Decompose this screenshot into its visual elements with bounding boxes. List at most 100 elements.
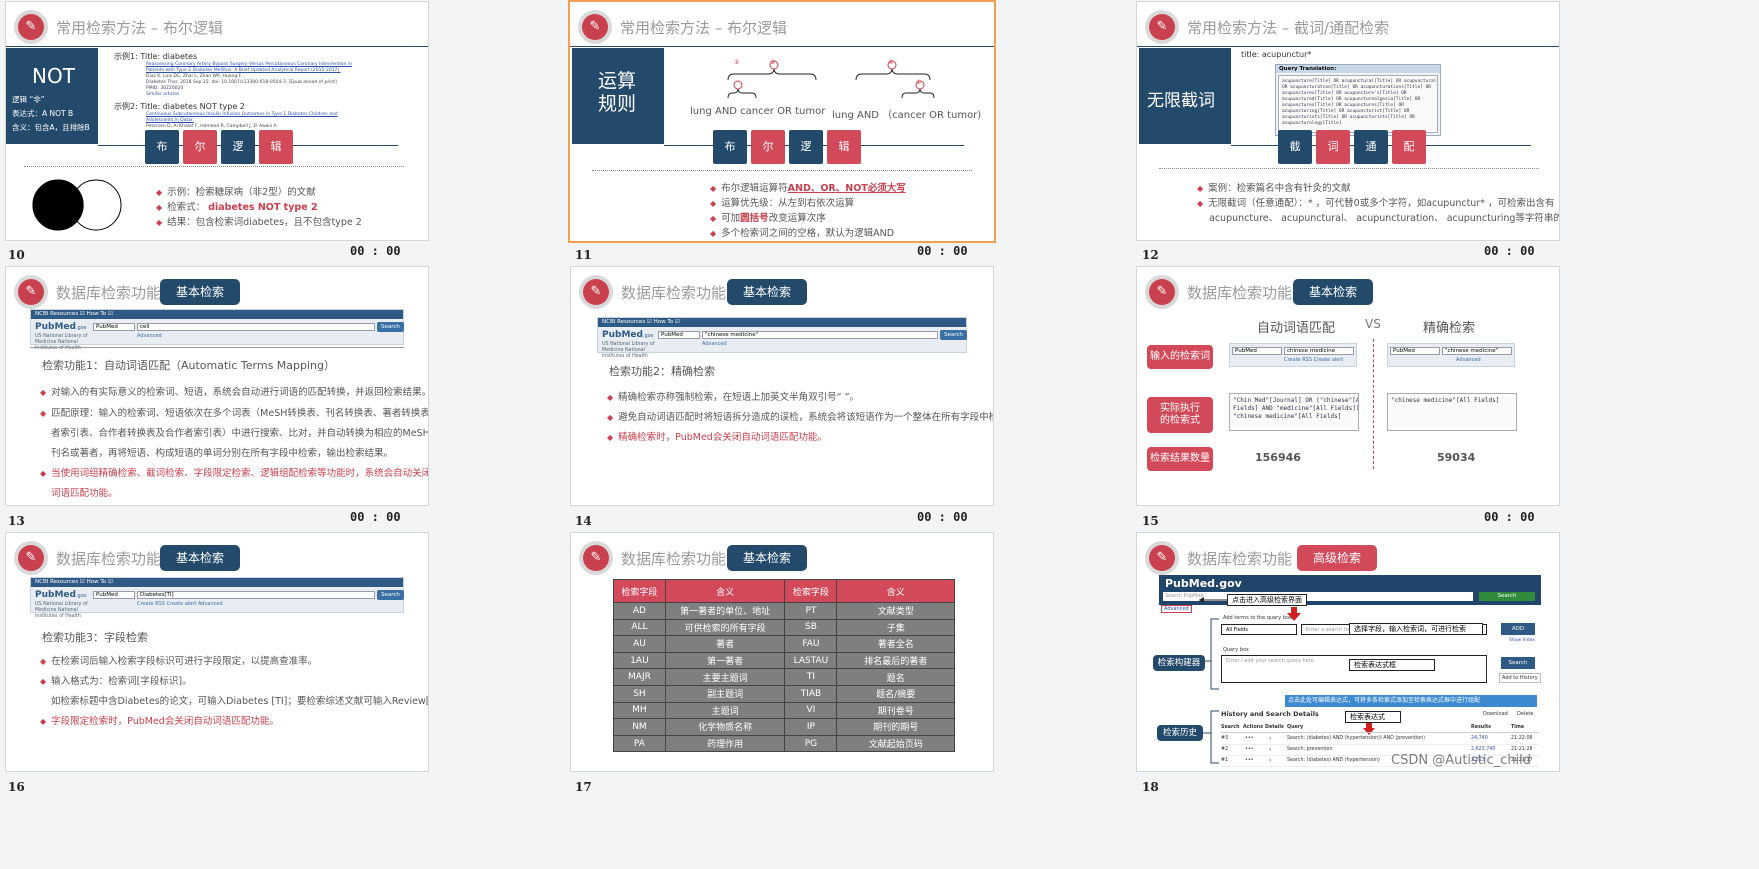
database-select[interactable]: PubMed [1232, 347, 1282, 355]
result-count-auto: 156946 [1255, 451, 1301, 464]
slide-title: 常用检索方法 – 布尔逻辑 [620, 19, 788, 37]
rss-alert-links[interactable]: Create RSS Create alert [1284, 357, 1343, 363]
table-header: 检索字段 [784, 579, 838, 603]
slide-11[interactable]: ✎ 常用检索方法 – 布尔逻辑 运算 规则 ① ② ② ① lung AND c… [568, 0, 996, 243]
bullet: 匹配原理：输入的检索词、短语依次在多个词表（MeSH转换表、刊名转换表、著者转换… [40, 405, 428, 419]
show-index-link[interactable]: Show Index [1509, 638, 1535, 643]
row-tag-count: 检索结果数量 [1147, 447, 1213, 471]
square-tile: 通 [1354, 130, 1388, 164]
side-panel: NOT 逻辑 “非” 表达式：A NOT B 含义：包含A，且排除B [6, 48, 98, 144]
slide-13[interactable]: ✎ 数据库检索功能 基本检索 NCBI Resources ☑ How To ☑… [5, 266, 429, 506]
side-panel: 运算 规则 [572, 48, 664, 144]
slide-title: 数据库检索功能 [621, 550, 727, 568]
search-button[interactable]: Search [1479, 592, 1535, 601]
advanced-link[interactable]: Advanced [702, 341, 727, 347]
search-input[interactable]: "chinese medicine" [702, 331, 938, 339]
bullet: 对输入的有实际意义的检索词、短语，系统会自动进行词语的匹配转换，并返回检索结果。 [40, 384, 428, 398]
pencil-icon: ✎ [578, 10, 612, 44]
chevron-right-icon[interactable]: › [1269, 757, 1271, 764]
actions-menu-icon[interactable]: ••• [1245, 747, 1254, 752]
slide-number: 11 [575, 248, 592, 262]
table-cell: 著者全名 [836, 635, 955, 653]
search-button[interactable]: Search [940, 330, 967, 340]
slide-10[interactable]: ✎ 常用检索方法 – 布尔逻辑 NOT 逻辑 “非” 表达式：A NOT B 含… [5, 1, 429, 241]
query-translation-header: Query Translation: [1276, 65, 1440, 73]
pencil-icon: ✎ [14, 541, 48, 575]
executed-query-exact: "chinese medicine"[All Fields] [1387, 393, 1517, 431]
bullet-continued: acupuncture、 acupunctural、 acupuncturati… [1209, 213, 1560, 224]
slide-17[interactable]: ✎ 数据库检索功能 基本检索 检索字段 含义 检索字段 含义 AD 第一著者的单位… [570, 532, 994, 772]
history-row[interactable]: #3 Search: (diabetes) AND (hypertension))… [1221, 735, 1539, 745]
search-input[interactable]: chinese medicine [1284, 347, 1354, 355]
slide-number: 17 [575, 780, 592, 794]
history-heading: History and Search Details [1221, 710, 1319, 718]
table-cell: ALL [613, 618, 666, 637]
square-tile: 布 [713, 130, 747, 164]
bullet: 运算优先级：从左到右依次运算 [710, 195, 854, 209]
database-select[interactable]: PubMed [1390, 347, 1440, 355]
table-cell: VI [784, 701, 838, 720]
venn-not-diagram [32, 179, 122, 231]
field-select[interactable]: All Fields [1221, 624, 1297, 635]
slide-14[interactable]: ✎ 数据库检索功能 基本检索 NCBI Resources ☑ How To ☑… [570, 266, 994, 506]
database-select[interactable]: PubMed [658, 331, 700, 339]
slide-title: 数据库检索功能 [56, 284, 162, 302]
slide-12[interactable]: ✎ 常用检索方法 – 截词/通配检索 无限截词 title: acupunctu… [1136, 1, 1560, 241]
add-to-history-button[interactable]: Add to History [1499, 673, 1541, 683]
result-snippet: Reassessing Coronary Artery Bypass Surge… [146, 62, 353, 98]
table-cell: 可供检索的所有字段 [664, 618, 786, 637]
table-cell: 排名最后的著者 [836, 651, 955, 670]
table-cell: PA [613, 734, 666, 753]
bullet: 案例：检索篇名中含有针灸的文献 [1197, 180, 1351, 194]
database-select[interactable]: PubMed [93, 323, 135, 331]
callout-querybox: 检索表达式框 [1349, 659, 1435, 671]
actions-menu-icon[interactable]: ••• [1245, 736, 1254, 741]
history-cell: 2,623,740 [1471, 747, 1496, 752]
nlm-subtitle: US National Library of Medicine National… [35, 334, 88, 351]
search-input[interactable]: Diabetes[TI] [137, 591, 375, 599]
table-cell: 1AU [613, 651, 666, 670]
search-input[interactable]: "chinese medicine" [1442, 347, 1512, 355]
table-row: NM 化学物质名称 IP 期刊的期号 [613, 718, 955, 736]
search-button[interactable]: Search [377, 322, 404, 332]
search-button[interactable]: Search [377, 590, 404, 600]
add-button[interactable]: ADD [1501, 623, 1535, 635]
table-cell: LASTAU [784, 651, 838, 670]
advanced-link[interactable]: Advanced [1161, 605, 1192, 613]
advanced-link[interactable]: Advanced [1456, 357, 1481, 363]
slide-16[interactable]: ✎ 数据库检索功能 基本检索 NCBI Resources ☑ How To ☑… [5, 532, 429, 772]
square-tile: 布 [145, 130, 179, 164]
label-builder: 检索构建器 [1153, 655, 1205, 672]
download-link[interactable]: Download [1483, 711, 1508, 717]
table-header: 检索字段 [613, 579, 666, 603]
chevron-right-icon[interactable]: › [1269, 746, 1271, 753]
table-cell: IP [784, 718, 838, 736]
advanced-link[interactable]: Advanced [137, 333, 162, 339]
ncbi-bar: NCBI Resources ☑ How To ☑ [598, 318, 966, 327]
bullet: 输入格式为：检索词[字段标识]。 [40, 673, 191, 687]
pencil-icon: ✎ [14, 275, 48, 309]
arrow-icon [1199, 597, 1227, 603]
square-tile: 配 [1392, 130, 1426, 164]
callout-expression: 检索表达式 [1345, 711, 1401, 723]
square-tile: 逻 [221, 130, 255, 164]
table-cell: 文献起始页码 [836, 734, 955, 753]
table-row: MAJR 主要主题词 TI 题名 [613, 668, 955, 686]
search-input[interactable]: cell [137, 323, 375, 331]
divider [30, 347, 404, 348]
database-select[interactable]: PubMed [93, 591, 135, 599]
executed-query-auto: "Chin Med"[Journal] OR ("chinese"[All Fi… [1229, 393, 1359, 431]
slide-18[interactable]: ✎ 数据库检索功能 高级检索 PubMed.gov Search PubMed … [1136, 532, 1560, 772]
actions-menu-icon[interactable]: ••• [1245, 758, 1254, 763]
side-big-label: 无限截词 [1147, 91, 1215, 111]
divider [570, 46, 994, 47]
delete-link[interactable]: Delete [1517, 711, 1533, 717]
slide-15[interactable]: ✎ 数据库检索功能 基本检索 自动词语匹配 VS 精确检索 输入的检索词 实际执… [1136, 266, 1560, 506]
rss-alert-links[interactable]: Create RSS Create alert Advanced [137, 601, 223, 607]
table-header: 含义 [836, 579, 955, 603]
slide-number: 14 [575, 514, 592, 528]
slide-timing: 00 : 00 [350, 510, 401, 524]
search-button-2[interactable]: Search [1501, 657, 1535, 669]
pubmed-logo: PubMed.gov [35, 590, 87, 600]
chevron-right-icon[interactable]: › [1269, 735, 1271, 742]
